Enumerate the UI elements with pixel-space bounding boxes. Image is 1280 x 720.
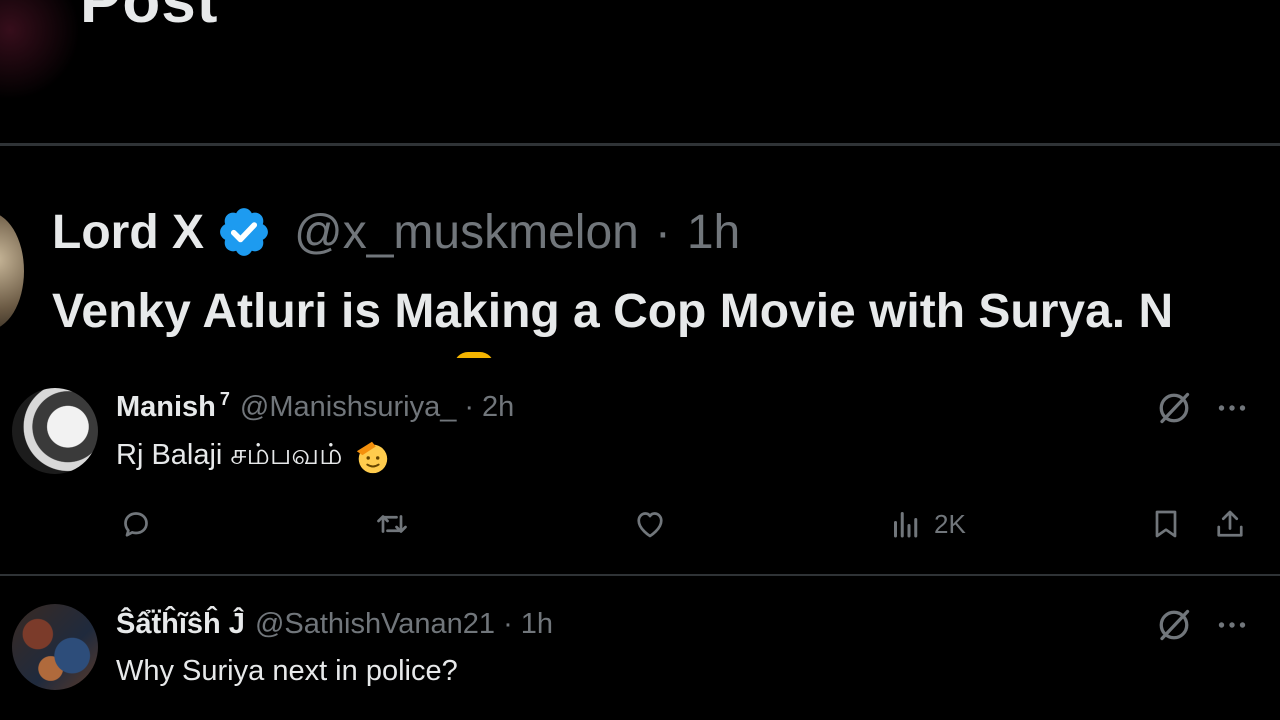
more-icon[interactable]	[1214, 390, 1250, 426]
reply-timestamp[interactable]: 2h	[482, 391, 514, 424]
header-divider	[0, 143, 1280, 146]
main-post-handle[interactable]: @x_muskmelon	[294, 205, 639, 260]
like-button[interactable]	[632, 506, 668, 542]
page-title: Post	[80, 0, 219, 36]
main-post-author-name[interactable]: Lord X	[52, 205, 204, 260]
more-icon[interactable]	[1214, 607, 1250, 643]
repost-icon	[377, 515, 407, 533]
grok-icon[interactable]	[1156, 390, 1192, 426]
reply-handle[interactable]: @SathishVanan21	[255, 608, 495, 641]
repost-button[interactable]	[374, 506, 410, 542]
reply-text-content: Rj Balaji சம்பவம்	[116, 439, 343, 471]
reply-separator: ·	[464, 390, 475, 423]
main-post-header: Lord X @x_muskmelon · 1h	[52, 202, 740, 262]
reply-separator: ·	[503, 607, 513, 640]
reply-text-content: Why Suriya next in police?	[116, 655, 458, 687]
reply-action-button[interactable]	[118, 506, 154, 542]
reply-author-name[interactable]: Manish	[116, 391, 216, 424]
views-count: 2K	[934, 508, 966, 539]
reply-text: Why Suriya next in police?	[116, 655, 458, 688]
bookmark-button[interactable]	[1148, 506, 1184, 542]
reply-author-name[interactable]: Ŝẩẗĥĩŝĥ Ĵ	[116, 608, 245, 641]
like-icon	[637, 512, 663, 538]
header-glow	[0, 0, 80, 100]
reply-header: Manish 7 @Manishsuriya_ · 2h	[116, 388, 514, 424]
views-button[interactable]: 2K	[888, 506, 966, 542]
reply-header: Ŝẩẗĥĩŝĥ Ĵ @SathishVanan21 · 1h	[116, 607, 553, 641]
main-post-timestamp[interactable]: 1h	[687, 205, 740, 260]
share-button[interactable]	[1212, 506, 1248, 542]
grok-icon[interactable]	[1156, 607, 1192, 643]
bookmark-icon	[1155, 510, 1177, 538]
share-icon	[1217, 510, 1243, 537]
reply-avatar[interactable]	[12, 604, 98, 690]
post-cutoff	[0, 358, 1280, 380]
reply-timestamp[interactable]: 1h	[521, 608, 553, 641]
main-post-avatar[interactable]	[0, 212, 24, 330]
reply-actions: 2K	[0, 506, 1280, 550]
views-icon	[894, 512, 918, 538]
reply-divider	[0, 574, 1280, 576]
reply-author-superscript: 7	[219, 388, 230, 409]
saluting-face-emoji	[356, 441, 387, 474]
reply-handle[interactable]: @Manishsuriya_	[240, 391, 456, 424]
reply-text: Rj Balaji சம்பவம்	[116, 438, 391, 476]
main-post-text: Venky Atluri is Making a Cop Movie with …	[52, 285, 1174, 338]
reply-icon	[124, 512, 148, 537]
main-post-separator: ·	[654, 205, 671, 259]
reply-avatar[interactable]	[12, 388, 98, 474]
verified-badge-icon	[220, 208, 268, 256]
